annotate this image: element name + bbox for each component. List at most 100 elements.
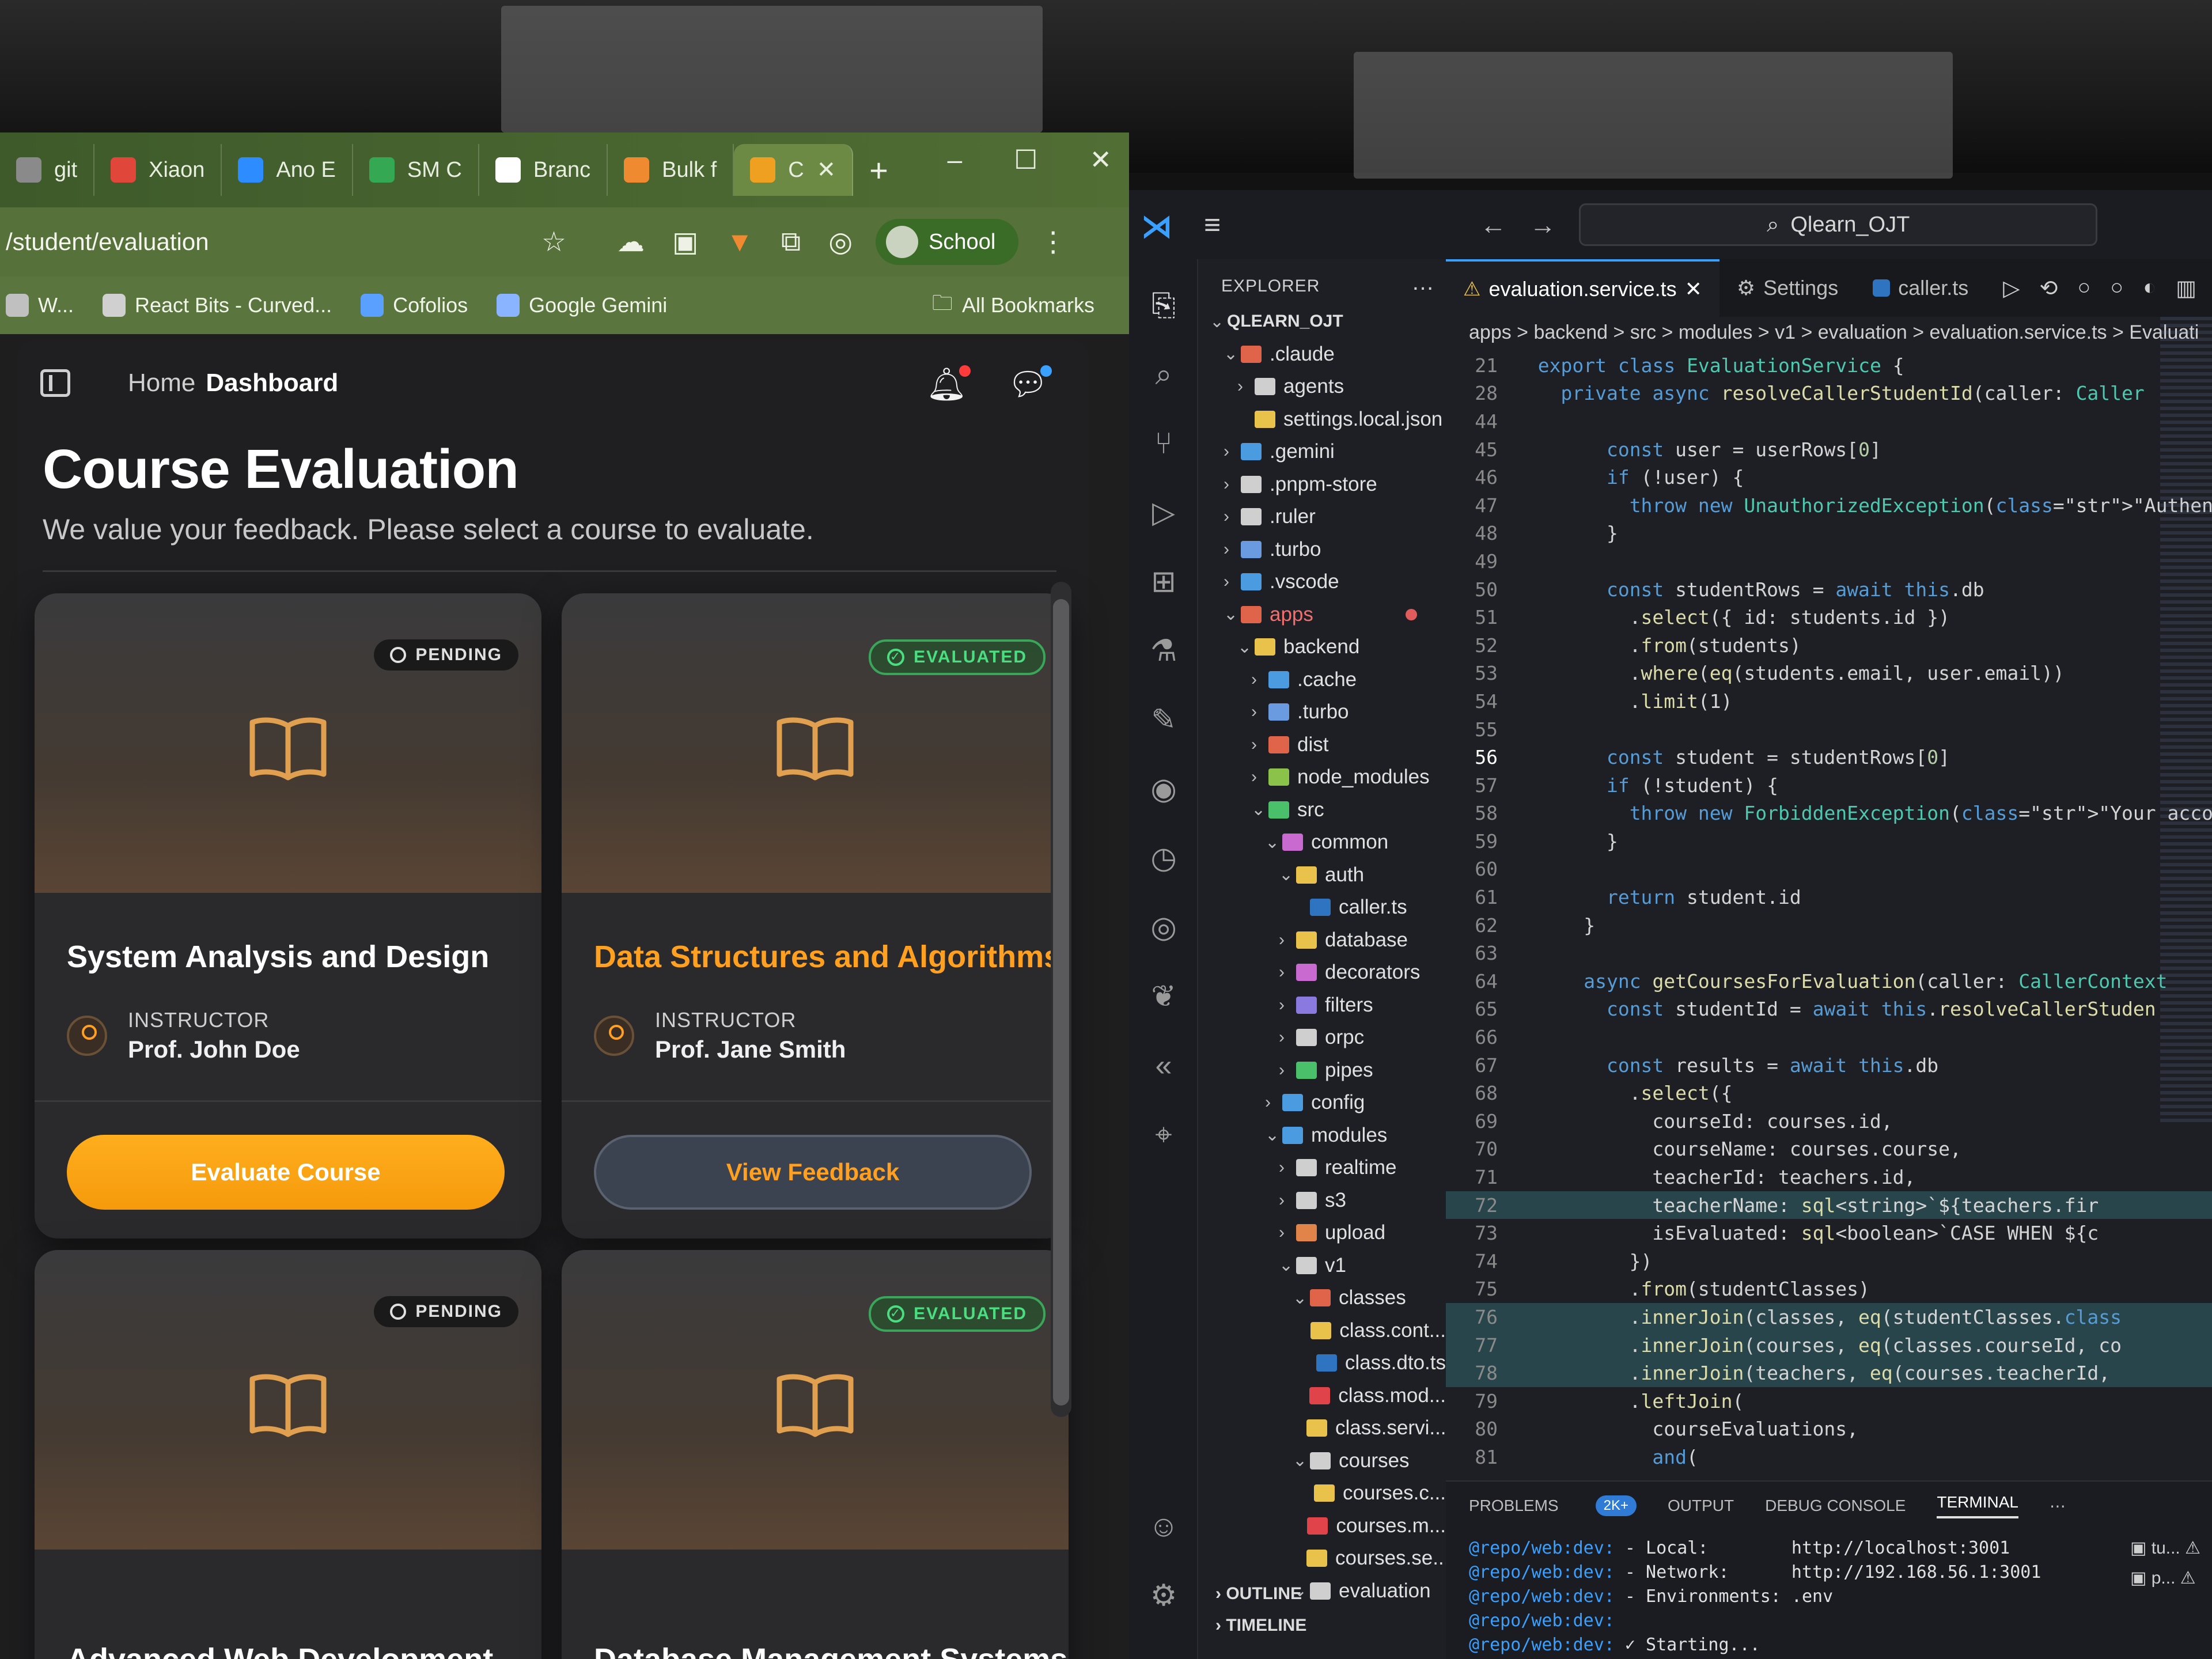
more-icon[interactable]: ⋯ [2050, 1497, 2066, 1516]
code-line[interactable]: 46 if (!user) { [1446, 463, 2212, 491]
browser-tab[interactable]: SM C [353, 144, 479, 196]
code-line[interactable]: 63 [1446, 939, 2212, 967]
code-line[interactable]: 53 .where(eq(students.email, user.email)… [1446, 660, 2212, 688]
flutter-icon[interactable]: « [1146, 1048, 1181, 1083]
folder-item[interactable]: › realtime [1198, 1152, 1446, 1184]
folder-item[interactable]: › .pnpm-store [1198, 468, 1446, 501]
code-line[interactable]: 80 courseEvaluations, [1446, 1415, 2212, 1444]
panel-tab-output[interactable]: OUTPUT [1668, 1497, 1734, 1515]
code-line[interactable]: 73 isEvaluated: sql<boolean>`CASE WHEN $… [1446, 1219, 2212, 1247]
code-line[interactable]: 71 teacherId: teachers.id, [1446, 1163, 2212, 1191]
code-view[interactable]: 21 export class EvaluationService {28 pr… [1446, 351, 2212, 1471]
code-line[interactable]: 64 async getCoursesForEvaluation(caller:… [1446, 967, 2212, 995]
forward-arrow-icon[interactable]: → [1529, 209, 1556, 240]
menu-icon[interactable]: ⋮ [1039, 226, 1067, 258]
code-line[interactable]: 28 private async resolveCallerStudentId(… [1446, 380, 2212, 408]
sidebar-toggle-icon[interactable] [40, 369, 70, 397]
fox-icon[interactable]: ▼ [726, 226, 753, 258]
close-tab-icon[interactable]: ✕ [1685, 277, 1702, 301]
code-line[interactable]: 81 and( [1446, 1443, 2212, 1471]
code-line[interactable]: 48 } [1446, 520, 2212, 548]
file-item[interactable]: courses.m... [1198, 1510, 1446, 1543]
folder-item[interactable]: › orpc [1198, 1021, 1446, 1054]
minimize-icon[interactable]: – [948, 144, 963, 175]
folder-item[interactable]: › agents [1198, 370, 1446, 403]
panel-tab-debug-console[interactable]: DEBUG CONSOLE [1765, 1497, 1906, 1515]
bookmark-item[interactable]: Google Gemini [497, 293, 667, 317]
circle-icon[interactable]: ○ [2077, 275, 2090, 301]
folder-item[interactable]: ⌄ auth [1198, 859, 1446, 892]
scan-icon[interactable]: ⌖ [1146, 1118, 1181, 1152]
code-line[interactable]: 47 throw new UnauthorizedException(class… [1446, 491, 2212, 520]
code-line[interactable]: 68 .select({ [1446, 1079, 2212, 1107]
url-field[interactable]: /student/evaluation [0, 228, 576, 256]
screenshot-icon[interactable]: ◎ [828, 226, 853, 258]
folder-item[interactable]: ⌄ courses [1198, 1445, 1446, 1478]
bookmark-item[interactable]: React Bits - Curved... [103, 293, 332, 317]
folder-item[interactable]: › filters [1198, 989, 1446, 1022]
editor-breadcrumbs[interactable]: apps > backend > src > modules > v1 > ev… [1469, 321, 2199, 344]
code-line[interactable]: 61 return student.id [1446, 883, 2212, 911]
editor-tab[interactable]: ⚠ evaluation.service.ts ✕ [1446, 259, 1719, 317]
folder-item[interactable]: › node_modules [1198, 761, 1446, 794]
browser-tab[interactable]: Ano E [222, 144, 353, 196]
all-bookmarks-button[interactable]: 🗀 All Bookmarks [932, 288, 1094, 323]
code-line[interactable]: 56 const student = studentRows[0] [1446, 743, 2212, 771]
folder-item[interactable]: ⌄ .claude [1198, 338, 1446, 371]
bookmark-item[interactable]: Cofolios [361, 293, 468, 317]
chat-icon[interactable]: 💬︎ [1007, 365, 1052, 403]
extension-icon[interactable]: ▣ [672, 226, 698, 258]
folder-item[interactable]: ⌄ backend [1198, 631, 1446, 664]
browser-tab[interactable]: Branc [479, 144, 608, 196]
debug-icon[interactable]: ⟲ [2039, 275, 2058, 301]
folder-item[interactable]: ⌄ apps [1198, 599, 1446, 631]
code-line[interactable]: 77 .innerJoin(courses, eq(classes.course… [1446, 1331, 2212, 1359]
profile-button[interactable]: School [876, 219, 1019, 265]
folder-item[interactable]: › s3 [1198, 1184, 1446, 1217]
code-line[interactable]: 54 .limit(1) [1446, 687, 2212, 715]
file-item[interactable]: class.servi... [1198, 1412, 1446, 1445]
leaf-icon[interactable]: ❦ [1146, 979, 1181, 1014]
hamburger-menu-icon[interactable]: ≡ [1204, 208, 1221, 241]
scrollbar[interactable] [1051, 582, 1071, 1417]
code-line[interactable]: 21 export class EvaluationService { [1446, 351, 2212, 380]
pen-icon[interactable]: ✎ [1146, 703, 1181, 737]
code-line[interactable]: 57 if (!student) { [1446, 771, 2212, 800]
code-line[interactable]: 67 const results = await this.db [1446, 1051, 2212, 1080]
file-item[interactable]: class.mod... [1198, 1380, 1446, 1412]
minimap[interactable] [2160, 317, 2212, 1123]
folder-item[interactable]: › config [1198, 1086, 1446, 1119]
testing-icon[interactable]: ⚗ [1146, 634, 1181, 668]
folder-item[interactable]: ⌄ classes [1198, 1282, 1446, 1315]
file-item[interactable]: courses.se... [1198, 1542, 1449, 1575]
evaluate-course-button[interactable]: Evaluate Course [67, 1135, 505, 1210]
run-debug-icon[interactable]: ◐ [2143, 275, 2156, 301]
folder-item[interactable]: › decorators [1198, 956, 1446, 989]
folder-item[interactable]: › .turbo [1198, 533, 1446, 566]
folder-item[interactable]: › .gemini [1198, 435, 1446, 468]
split-editor-icon[interactable]: ▥ [2176, 275, 2196, 301]
panel-tab-problems[interactable]: PROBLEMS [1469, 1497, 1559, 1515]
outline-section[interactable]: › OUTLINE [1215, 1584, 1302, 1604]
folder-item[interactable]: › database [1198, 924, 1446, 957]
code-line[interactable]: 51 .select({ id: students.id }) [1446, 603, 2212, 631]
code-line[interactable]: 44 [1446, 407, 2212, 435]
code-line[interactable]: 59 } [1446, 827, 2212, 855]
code-line[interactable]: 65 const studentId = await this.resolveC… [1446, 995, 2212, 1024]
code-line[interactable]: 60 [1446, 855, 2212, 884]
remote-icon[interactable]: ◎ [1146, 910, 1181, 945]
browser-tab[interactable]: git [0, 144, 95, 196]
puzzle-icon[interactable]: ⧉ [781, 226, 801, 258]
account-icon[interactable]: ☺ [1146, 1509, 1181, 1544]
code-line[interactable]: 70 courseName: courses.course, [1446, 1135, 2212, 1164]
extension-icon[interactable]: ☁ [617, 226, 645, 258]
tree-root[interactable]: ⌄ QLEARN_OJT [1198, 305, 1446, 338]
timeline-icon[interactable]: ◷ [1146, 841, 1181, 876]
code-line[interactable]: 45 const user = userRows[0] [1446, 435, 2212, 464]
browser-tab[interactable]: Bulk f [608, 144, 734, 196]
folder-item[interactable]: ⌄ common [1198, 826, 1446, 859]
maximize-icon[interactable]: ☐ [1014, 144, 1037, 175]
folder-item[interactable]: ⌄ src [1198, 794, 1446, 827]
bookmark-item[interactable]: W... [6, 293, 74, 317]
code-line[interactable]: 79 .leftJoin( [1446, 1387, 2212, 1415]
